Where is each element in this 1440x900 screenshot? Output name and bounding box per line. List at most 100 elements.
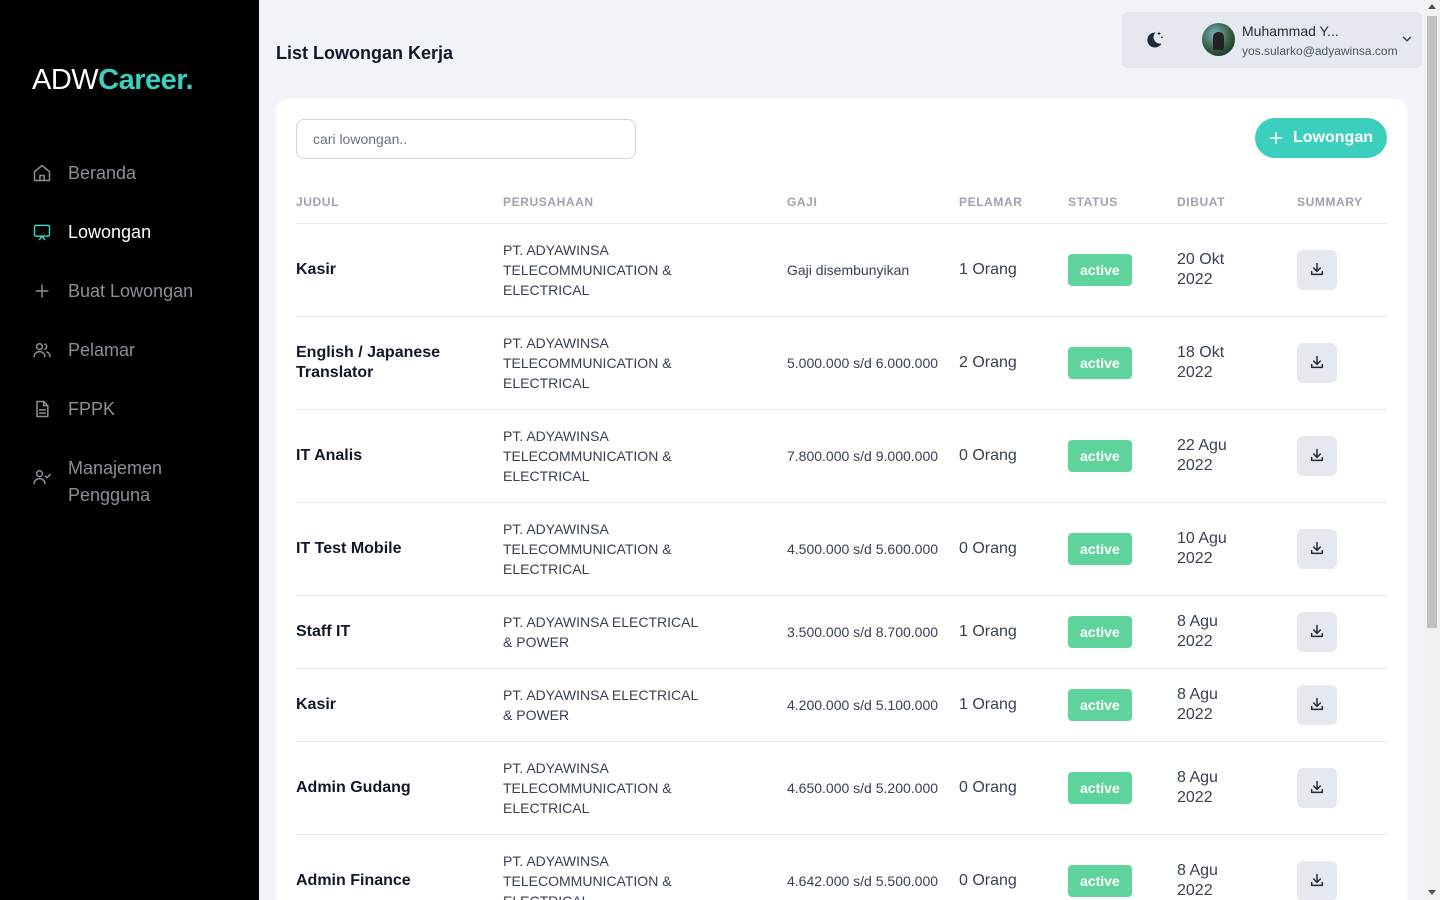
status-badge: active <box>1068 254 1132 286</box>
download-summary-button[interactable] <box>1297 685 1337 725</box>
salary: 4.642.000 s/d 5.500.000 <box>787 873 939 889</box>
company-name: PT. ADYAWINSA TELECOMMUNICATION & ELECTR… <box>503 760 672 816</box>
table-row[interactable]: Kasir PT. ADYAWINSA TELECOMMUNICATION & E… <box>296 224 1387 317</box>
job-title[interactable]: IT Test Mobile <box>296 503 496 595</box>
table-row[interactable]: Staff IT PT. ADYAWINSA ELECTRICAL & POWER… <box>296 596 1387 669</box>
job-title[interactable]: Kasir <box>296 224 496 316</box>
download-icon <box>1309 354 1325 373</box>
salary: 4.200.000 s/d 5.100.000 <box>787 697 939 713</box>
sidebar-item-pelamar[interactable]: Pelamar <box>0 329 259 388</box>
column-header-pelamar[interactable]: PELAMAR <box>959 195 1023 209</box>
download-summary-button[interactable] <box>1297 250 1337 290</box>
job-title[interactable]: Admin Finance <box>296 835 496 900</box>
status-cell: active <box>1068 410 1168 502</box>
avatar[interactable] <box>1202 23 1235 56</box>
created-date: 8 Agu 2022 <box>1177 862 1218 899</box>
user-email: yos.sularko@adyawinsa.com <box>1242 44 1398 58</box>
plus-icon <box>32 281 52 301</box>
download-summary-button[interactable] <box>1297 529 1337 569</box>
salary: 3.500.000 s/d 8.700.000 <box>787 624 939 640</box>
company-name: PT. ADYAWINSA TELECOMMUNICATION & ELECTR… <box>503 335 672 391</box>
summary-cell <box>1297 835 1357 900</box>
salary: Gaji disembunyikan <box>787 262 910 278</box>
table-header: JUDUL PERUSAHAAN GAJI PELAMAR STATUS DIB… <box>296 189 1387 224</box>
job-list-card: Lowongan JUDUL PERUSAHAAN GAJI PELAMAR S… <box>276 99 1407 900</box>
sidebar-item-fppk[interactable]: FPPK <box>0 388 259 447</box>
applicant-count: 0 Orang <box>959 447 1017 464</box>
summary-cell <box>1297 317 1357 409</box>
applicant-count: 0 Orang <box>959 779 1017 796</box>
job-title[interactable]: English / Japanese Translator <box>296 317 496 409</box>
table-row[interactable]: IT Test Mobile PT. ADYAWINSA TELECOMMUNIC… <box>296 503 1387 596</box>
moon-icon[interactable] <box>1142 28 1166 52</box>
salary: 5.000.000 s/d 6.000.000 <box>787 355 939 371</box>
created-date: 20 Okt 2022 <box>1177 251 1225 288</box>
scrollbar-thumb[interactable] <box>1427 16 1437 628</box>
document-icon <box>32 399 52 419</box>
applicant-count: 0 Orang <box>959 540 1017 557</box>
applicant-count: 2 Orang <box>959 354 1017 371</box>
sidebar-item-label: Beranda <box>68 163 137 183</box>
chevron-down-icon[interactable] <box>1400 32 1414 46</box>
table-body: Kasir PT. ADYAWINSA TELECOMMUNICATION & E… <box>296 224 1387 900</box>
download-icon <box>1309 623 1325 642</box>
users-icon <box>32 340 52 360</box>
app-logo[interactable]: ADWCareer. <box>32 64 194 97</box>
status-badge: active <box>1068 616 1132 648</box>
sidebar-item-label: FPPK <box>68 399 116 419</box>
summary-cell <box>1297 224 1357 316</box>
page-scrollbar[interactable] <box>1424 0 1440 900</box>
status-badge: active <box>1068 689 1132 721</box>
sidebar-item-label: Manajemen Pengguna <box>68 458 163 505</box>
table-row[interactable]: IT Analis PT. ADYAWINSA TELECOMMUNICATION… <box>296 410 1387 503</box>
add-lowongan-button[interactable]: Lowongan <box>1255 118 1387 158</box>
sidebar-item-beranda[interactable]: Beranda <box>0 152 259 211</box>
download-summary-button[interactable] <box>1297 436 1337 476</box>
user-menu[interactable]: Muhammad Y... yos.sularko@adyawinsa.com <box>1122 12 1422 68</box>
table-row[interactable]: Admin Gudang PT. ADYAWINSA TELECOMMUNICAT… <box>296 742 1387 835</box>
status-cell: active <box>1068 224 1168 316</box>
company-name: PT. ADYAWINSA TELECOMMUNICATION & ELECTR… <box>503 521 672 577</box>
scroll-up-arrow-icon[interactable] <box>1428 4 1436 9</box>
download-summary-button[interactable] <box>1297 768 1337 808</box>
column-header-gaji[interactable]: GAJI <box>787 195 817 209</box>
sidebar-item-label: Pelamar <box>68 340 136 360</box>
job-title[interactable]: Staff IT <box>296 596 496 668</box>
status-cell: active <box>1068 742 1168 834</box>
column-header-summary[interactable]: SUMMARY <box>1297 195 1363 209</box>
sidebar-item-lowongan[interactable]: Lowongan <box>0 211 259 270</box>
user-check-icon <box>32 467 52 487</box>
download-summary-button[interactable] <box>1297 861 1337 900</box>
job-table: JUDUL PERUSAHAAN GAJI PELAMAR STATUS DIB… <box>296 189 1387 900</box>
status-badge: active <box>1068 440 1132 472</box>
company-name: PT. ADYAWINSA TELECOMMUNICATION & ELECTR… <box>503 242 672 298</box>
status-cell: active <box>1068 835 1168 900</box>
job-title[interactable]: IT Analis <box>296 410 496 502</box>
job-title[interactable]: Kasir <box>296 669 496 741</box>
sidebar-item-buat-lowongan[interactable]: Buat Lowongan <box>0 270 259 329</box>
created-date: 8 Agu 2022 <box>1177 686 1218 723</box>
sidebar-nav: Beranda Lowongan Buat Lowongan Pelamar F… <box>0 152 259 527</box>
download-summary-button[interactable] <box>1297 612 1337 652</box>
created-date: 8 Agu 2022 <box>1177 769 1218 806</box>
table-row[interactable]: Admin Finance PT. ADYAWINSA TELECOMMUNICA… <box>296 835 1387 900</box>
search-input[interactable] <box>296 119 636 159</box>
company-name: PT. ADYAWINSA ELECTRICAL & POWER <box>503 614 698 650</box>
company-name: PT. ADYAWINSA TELECOMMUNICATION & ELECTR… <box>503 428 672 484</box>
download-summary-button[interactable] <box>1297 343 1337 383</box>
column-header-perusahaan[interactable]: PERUSAHAAN <box>503 195 594 209</box>
job-title[interactable]: Admin Gudang <box>296 742 496 834</box>
download-icon <box>1309 872 1325 891</box>
company-name: PT. ADYAWINSA ELECTRICAL & POWER <box>503 687 698 723</box>
table-row[interactable]: Kasir PT. ADYAWINSA ELECTRICAL & POWER 4.2… <box>296 669 1387 742</box>
status-badge: active <box>1068 772 1132 804</box>
summary-cell <box>1297 742 1357 834</box>
sidebar-item-manajemen-pengguna[interactable]: Manajemen Pengguna <box>0 447 259 527</box>
column-header-dibuat[interactable]: DIBUAT <box>1177 195 1225 209</box>
status-cell: active <box>1068 596 1168 668</box>
table-row[interactable]: English / Japanese Translator PT. ADYAWIN… <box>296 317 1387 410</box>
column-header-judul[interactable]: JUDUL <box>296 195 339 209</box>
sidebar-item-label: Lowongan <box>68 222 152 242</box>
column-header-status[interactable]: STATUS <box>1068 195 1118 209</box>
scroll-down-arrow-icon[interactable] <box>1428 890 1436 895</box>
